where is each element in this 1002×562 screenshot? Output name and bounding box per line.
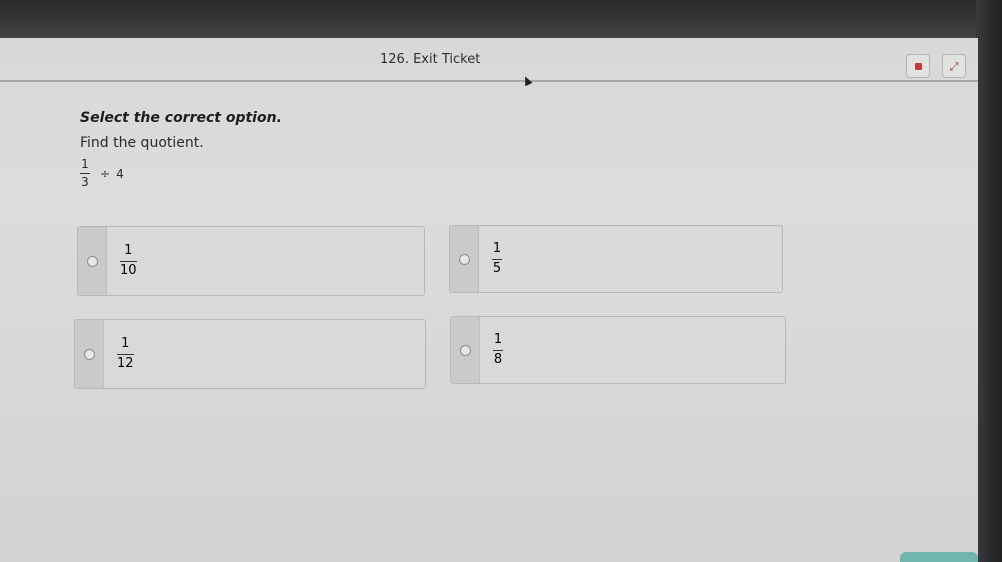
option-radio-column [75, 320, 104, 388]
fraction-bar [80, 173, 90, 175]
radio-button[interactable] [458, 253, 470, 265]
radio-button[interactable] [459, 344, 471, 356]
option-numerator: 1 [121, 336, 130, 352]
expression-denominator: 3 [81, 175, 89, 190]
page-title: 126. Exit Ticket [380, 52, 481, 67]
expression-operand: 4 [116, 166, 124, 181]
expression-operator: ÷ [100, 166, 111, 181]
question-instruction: Select the correct option. [80, 110, 282, 126]
expand-diagonal-icon: ⤢ [949, 59, 959, 73]
expression-numerator: 1 [81, 157, 89, 171]
device-bezel-top [0, 0, 1002, 40]
option-denominator: 8 [493, 351, 503, 367]
option-numerator: 1 [493, 332, 503, 348]
answer-option-c[interactable]: 1 12 [74, 319, 426, 389]
expression-fraction: 1 3 [80, 157, 90, 190]
header-bar: 126. Exit Ticket ⤢ [0, 38, 978, 82]
option-numerator: 1 [124, 243, 133, 259]
option-radio-column [451, 317, 480, 383]
exit-ticket-screen: 126. Exit Ticket ⤢ Select the correct op… [0, 38, 978, 562]
option-fraction: 1 12 [117, 336, 134, 371]
expand-button[interactable]: ⤢ [942, 54, 966, 78]
stop-square-icon [914, 62, 922, 70]
option-radio-column [78, 227, 107, 295]
option-denominator: 10 [120, 262, 137, 278]
option-fraction: 1 5 [492, 241, 502, 276]
option-radio-column [450, 226, 479, 292]
question-expression: 1 3 ÷ 4 [80, 157, 124, 190]
option-fraction: 1 8 [493, 332, 503, 367]
answer-option-b[interactable]: 1 5 [449, 225, 783, 293]
option-denominator: 5 [492, 260, 502, 276]
fraction-bar [120, 260, 137, 262]
fraction-bar [117, 353, 134, 355]
fraction-bar [492, 258, 502, 260]
device-bezel-right [976, 0, 1002, 562]
option-denominator: 12 [117, 355, 134, 371]
fraction-bar [493, 349, 503, 351]
bottom-accent-bar [900, 552, 978, 562]
radio-button[interactable] [83, 348, 95, 360]
option-numerator: 1 [492, 241, 502, 257]
option-fraction: 1 10 [120, 243, 137, 278]
radio-button[interactable] [86, 255, 98, 267]
stop-button[interactable] [906, 54, 930, 78]
answer-option-d[interactable]: 1 8 [450, 316, 786, 384]
answer-option-a[interactable]: 1 10 [77, 226, 425, 296]
question-prompt: Find the quotient. [80, 135, 204, 151]
